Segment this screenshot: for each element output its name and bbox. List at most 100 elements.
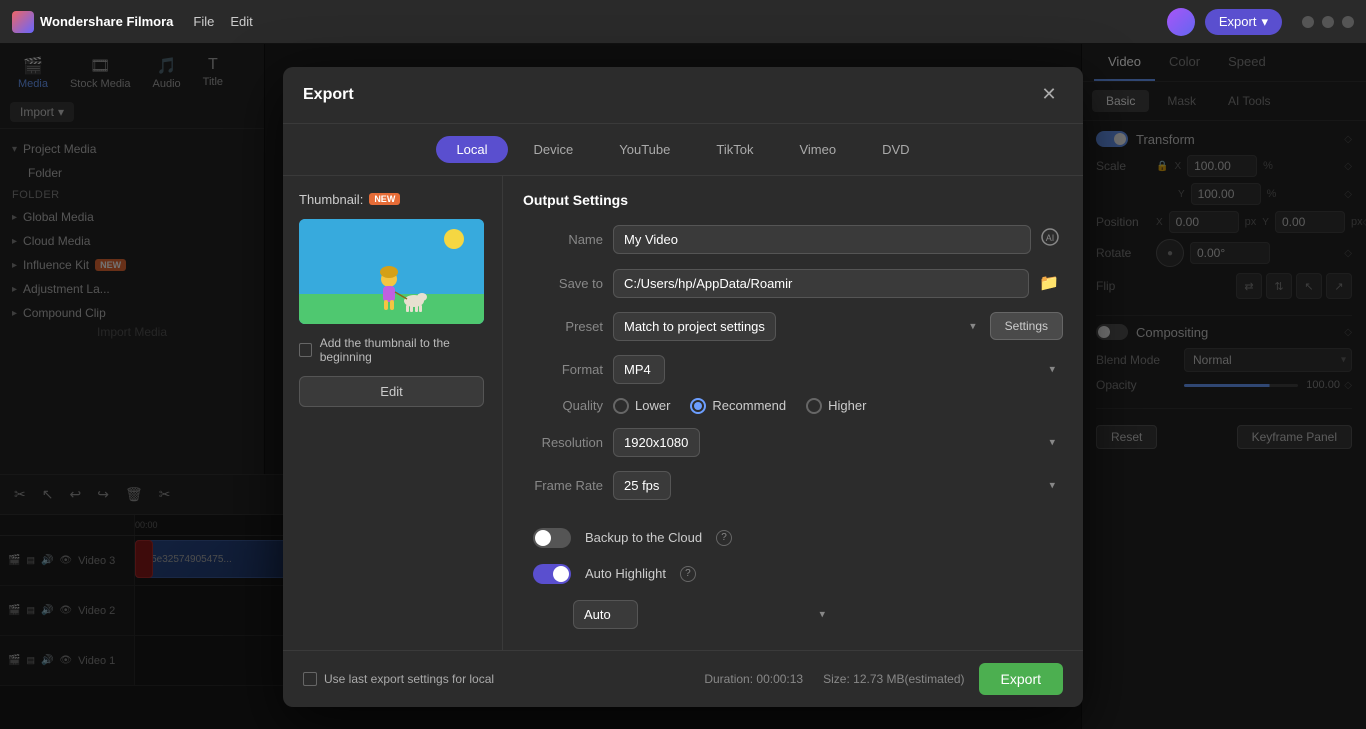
save-to-group: 📁 [613, 269, 1063, 298]
radio-higher [806, 398, 822, 414]
auto-mode-wrapper: Auto Manual [573, 600, 833, 629]
format-label: Format [523, 362, 603, 377]
frame-rate-label: Frame Rate [523, 478, 603, 493]
backup-cloud-label: Backup to the Cloud [585, 530, 702, 545]
app-logo: Wondershare Filmora [12, 11, 173, 33]
thumbnail-preview [299, 219, 484, 324]
ai-name-button[interactable]: AI [1037, 224, 1063, 255]
auto-mode-select[interactable]: Auto Manual [573, 600, 638, 629]
export-start-button[interactable]: Export [979, 663, 1063, 695]
thumbnail-checkbox-row: Add the thumbnail to the beginning [299, 336, 486, 364]
export-tab-dvd[interactable]: DVD [862, 136, 929, 163]
backup-cloud-row: Backup to the Cloud ? [523, 528, 1063, 548]
export-top-label: Export [1219, 14, 1257, 29]
app-name: Wondershare Filmora [40, 14, 173, 29]
modal-header: Export ✕ [283, 67, 1083, 124]
export-tab-local[interactable]: Local [436, 136, 507, 163]
quality-recommend[interactable]: Recommend [690, 398, 786, 414]
auto-highlight-toggle[interactable] [533, 564, 571, 584]
thumbnail-new-badge: NEW [369, 193, 400, 205]
settings-button[interactable]: Settings [990, 312, 1063, 340]
menu-bar: File Edit [193, 14, 252, 29]
window-controls [1302, 16, 1354, 28]
export-tab-youtube[interactable]: YouTube [599, 136, 690, 163]
frame-rate-select[interactable]: 25 fps 30 fps 60 fps 24 fps [613, 471, 671, 500]
resolution-row: Resolution 1920x1080 1280x720 3840x2160 [523, 428, 1063, 457]
export-tab-vimeo[interactable]: Vimeo [779, 136, 856, 163]
modal-body: Thumbnail: NEW [283, 176, 1083, 650]
frame-rate-row: Frame Rate 25 fps 30 fps 60 fps 24 fps [523, 471, 1063, 500]
radio-recommend-dot [694, 402, 702, 410]
top-bar-right: Export ▾ [1167, 8, 1354, 36]
save-to-label: Save to [523, 276, 603, 291]
svg-text:AI: AI [1046, 233, 1055, 243]
backup-cloud-dot [535, 530, 551, 546]
duration-info: Duration: 00:00:13 [704, 672, 803, 686]
minimize-button[interactable] [1302, 16, 1314, 28]
quality-label: Quality [523, 398, 603, 413]
auto-highlight-help-icon[interactable]: ? [680, 566, 696, 582]
menu-edit[interactable]: Edit [230, 14, 252, 29]
auto-highlight-label: Auto Highlight [585, 566, 666, 581]
backup-help-icon[interactable]: ? [716, 530, 732, 546]
quality-higher[interactable]: Higher [806, 398, 866, 414]
preset-row: Preset Match to project settings Custom … [523, 312, 1063, 341]
thumbnail-section: Thumbnail: NEW [283, 176, 503, 650]
size-info: Size: 12.73 MB(estimated) [823, 672, 964, 686]
resolution-label: Resolution [523, 435, 603, 450]
format-row: Format MP4 MOV AVI MKV [523, 355, 1063, 384]
backup-cloud-toggle[interactable] [533, 528, 571, 548]
export-tab-tiktok[interactable]: TikTok [696, 136, 773, 163]
thumbnail-svg [299, 219, 484, 324]
quality-lower-label: Lower [635, 398, 670, 413]
radio-lower [613, 398, 629, 414]
quality-options: Lower Recommend Higher [613, 398, 866, 414]
auto-mode-row: Auto Manual [523, 600, 1063, 629]
resolution-select[interactable]: 1920x1080 1280x720 3840x2160 [613, 428, 700, 457]
export-tab-device[interactable]: Device [514, 136, 594, 163]
edit-thumbnail-button[interactable]: Edit [299, 376, 484, 407]
modal-footer: Use last export settings for local Durat… [283, 650, 1083, 707]
resolution-select-wrapper: 1920x1080 1280x720 3840x2160 [613, 428, 1063, 457]
quality-row: Quality Lower Recommend [523, 398, 1063, 414]
format-select[interactable]: MP4 MOV AVI MKV [613, 355, 665, 384]
name-input[interactable] [613, 225, 1031, 254]
add-thumbnail-label: Add the thumbnail to the beginning [320, 336, 486, 364]
export-tabs: Local Device YouTube TikTok Vimeo DVD [283, 124, 1083, 176]
quality-lower[interactable]: Lower [613, 398, 670, 414]
save-to-row: Save to 📁 [523, 269, 1063, 298]
menu-file[interactable]: File [193, 14, 214, 29]
preset-select-wrapper: Match to project settings Custom [613, 312, 984, 341]
app-logo-icon [12, 11, 34, 33]
maximize-button[interactable] [1322, 16, 1334, 28]
output-settings-title: Output Settings [523, 192, 1063, 208]
add-thumbnail-checkbox[interactable] [299, 343, 312, 357]
top-bar: Wondershare Filmora File Edit Export ▾ [0, 0, 1366, 44]
close-button[interactable] [1342, 16, 1354, 28]
modal-overlay: Export ✕ Local Device YouTube TikTok Vim… [0, 44, 1366, 729]
quality-recommend-label: Recommend [712, 398, 786, 413]
preset-group: Match to project settings Custom Setting… [613, 312, 1063, 341]
browse-folder-button[interactable]: 📁 [1035, 269, 1063, 297]
use-last-checkbox[interactable] [303, 672, 317, 686]
thumbnail-label: Thumbnail: NEW [299, 192, 486, 207]
preset-label: Preset [523, 319, 603, 334]
use-last-settings-row: Use last export settings for local [303, 672, 494, 686]
format-select-wrapper: MP4 MOV AVI MKV [613, 355, 1063, 384]
export-modal: Export ✕ Local Device YouTube TikTok Vim… [283, 67, 1083, 707]
spacer [523, 514, 1063, 528]
auto-highlight-dot [553, 566, 569, 582]
avatar [1167, 8, 1195, 36]
export-top-button[interactable]: Export ▾ [1205, 9, 1282, 35]
save-to-input[interactable] [613, 269, 1029, 298]
name-input-group: AI [613, 224, 1063, 255]
auto-highlight-row: Auto Highlight ? [523, 564, 1063, 584]
preset-select[interactable]: Match to project settings Custom [613, 312, 776, 341]
output-section: Output Settings Name AI [503, 176, 1083, 650]
quality-higher-label: Higher [828, 398, 866, 413]
name-label: Name [523, 232, 603, 247]
footer-info: Duration: 00:00:13 Size: 12.73 MB(estima… [704, 672, 964, 686]
modal-close-button[interactable]: ✕ [1035, 81, 1063, 109]
frame-rate-select-wrapper: 25 fps 30 fps 60 fps 24 fps [613, 471, 1063, 500]
use-last-label: Use last export settings for local [324, 672, 494, 686]
